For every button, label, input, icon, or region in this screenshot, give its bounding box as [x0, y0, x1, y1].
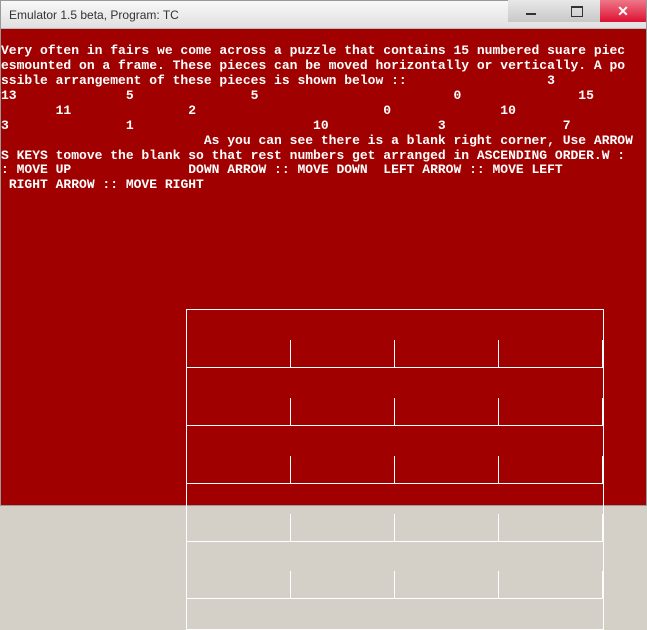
- close-button[interactable]: [600, 0, 646, 22]
- text-line: esmounted on a frame. These pieces can b…: [1, 58, 625, 73]
- grid-cell[interactable]: [187, 398, 291, 426]
- text-line: RIGHT ARROW :: MOVE RIGHT: [1, 177, 204, 192]
- grid-cell[interactable]: [291, 398, 395, 426]
- grid-cell[interactable]: [395, 398, 499, 426]
- text-line: ssible arrangement of these pieces is sh…: [1, 73, 555, 88]
- grid-cell[interactable]: [187, 456, 291, 484]
- puzzle-grid: [186, 309, 604, 630]
- titlebar: Emulator 1.5 beta, Program: TC: [1, 1, 646, 29]
- text-line: 13 5 5 0 15: [1, 88, 594, 103]
- grid-cell[interactable]: [291, 456, 395, 484]
- text-line: 3 1 10 3 7: [1, 118, 571, 133]
- grid-cell[interactable]: [291, 514, 395, 542]
- grid-cell[interactable]: [395, 456, 499, 484]
- console-content: Very often in fairs we come across a puz…: [1, 29, 646, 505]
- text-line: S KEYS tomove the blank so that rest num…: [1, 148, 625, 163]
- text-line: Very often in fairs we come across a puz…: [1, 43, 625, 58]
- grid-cell[interactable]: [187, 340, 291, 368]
- grid-cell[interactable]: [395, 571, 499, 599]
- grid-cell[interactable]: [187, 571, 291, 599]
- maximize-button[interactable]: [554, 0, 600, 22]
- app-window: Emulator 1.5 beta, Program: TC Very ofte…: [0, 0, 647, 506]
- grid-cell[interactable]: [291, 571, 395, 599]
- grid-cell[interactable]: [499, 340, 603, 368]
- window-title: Emulator 1.5 beta, Program: TC: [9, 8, 179, 22]
- grid-cell[interactable]: [499, 456, 603, 484]
- grid-row: [187, 456, 603, 484]
- minimize-button[interactable]: [508, 0, 554, 22]
- grid-cell[interactable]: [187, 514, 291, 542]
- console-text: Very often in fairs we come across a puz…: [1, 44, 646, 193]
- grid-cell[interactable]: [499, 398, 603, 426]
- grid-cell[interactable]: [499, 571, 603, 599]
- grid-row: [187, 514, 603, 542]
- grid-row: [187, 340, 603, 368]
- window-controls: [508, 1, 646, 28]
- grid-cell[interactable]: [395, 340, 499, 368]
- text-line: : MOVE UP DOWN ARROW :: MOVE DOWN LEFT A…: [1, 162, 563, 177]
- grid-cell[interactable]: [499, 514, 603, 542]
- grid-row: [187, 398, 603, 426]
- text-line: As you can see there is a blank right co…: [1, 133, 633, 148]
- grid-row: [187, 571, 603, 599]
- grid-cell[interactable]: [291, 340, 395, 368]
- text-line: 11 2 0 10: [1, 103, 516, 118]
- grid-cell[interactable]: [395, 514, 499, 542]
